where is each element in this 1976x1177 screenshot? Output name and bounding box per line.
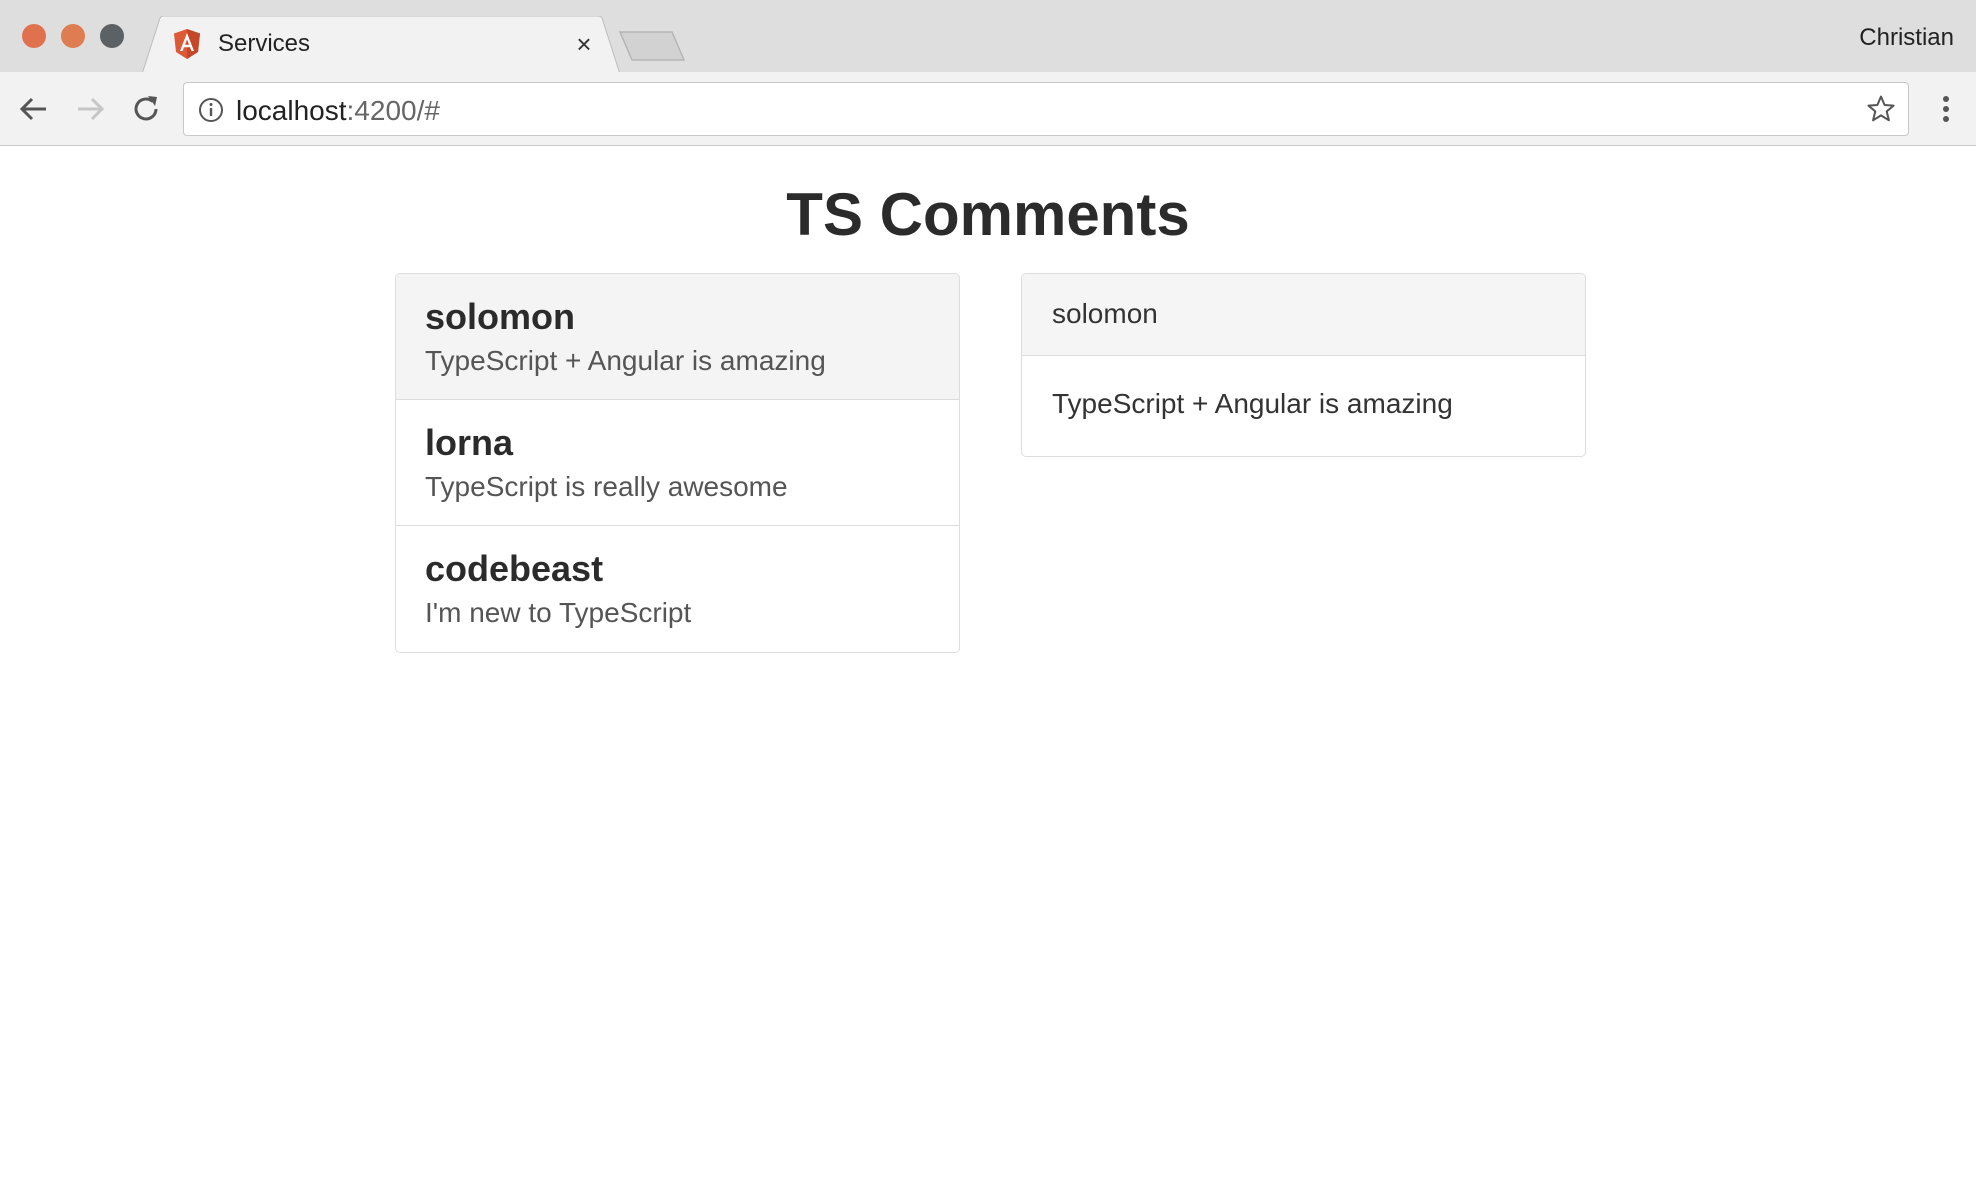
profile-name[interactable]: Christian <box>1859 24 1954 52</box>
url-text[interactable]: localhost:4200/# <box>236 95 440 127</box>
browser-titlebar: Services × Christian <box>0 0 1976 74</box>
comment-author: solomon <box>425 296 575 337</box>
back-arrow-icon[interactable] <box>16 91 52 127</box>
bookmark-star-icon[interactable] <box>1866 94 1896 124</box>
comment-text: I'm new to TypeScript <box>425 597 692 628</box>
info-icon[interactable] <box>198 97 224 123</box>
kebab-menu-icon[interactable] <box>1930 93 1962 125</box>
tab-title: Services <box>218 30 311 57</box>
tab-close-icon[interactable]: × <box>570 30 598 58</box>
window-maximize-button[interactable] <box>100 24 124 48</box>
reload-icon[interactable] <box>128 91 164 127</box>
comment-detail-heading: solomon <box>1022 274 1585 356</box>
forward-arrow-icon[interactable] <box>72 91 108 127</box>
comment-list-item[interactable]: lorna TypeScript is really awesome <box>396 400 959 526</box>
comment-text: TypeScript + Angular is amazing <box>425 345 826 376</box>
address-bar[interactable]: localhost:4200/# <box>183 82 1909 136</box>
new-tab-button[interactable] <box>618 30 686 62</box>
comment-detail-panel: solomon TypeScript + Angular is amazing <box>1021 273 1586 457</box>
url-host: localhost <box>236 95 347 126</box>
page-title: TS Comments <box>786 181 1190 248</box>
tab-shape <box>142 16 620 74</box>
comment-detail-body: TypeScript + Angular is amazing <box>1052 388 1453 419</box>
comment-author: lorna <box>425 422 514 463</box>
comment-list: solomon TypeScript + Angular is amazing … <box>395 273 960 653</box>
window-close-button[interactable] <box>22 24 46 48</box>
browser-toolbar: localhost:4200/# <box>0 72 1976 146</box>
url-rest: :4200/# <box>346 95 440 126</box>
browser-tab-services[interactable]: Services × <box>142 16 620 74</box>
window-minimize-button[interactable] <box>61 24 85 48</box>
comment-list-item[interactable]: solomon TypeScript + Angular is amazing <box>396 274 959 400</box>
comment-author: codebeast <box>425 548 604 589</box>
comment-text: TypeScript is really awesome <box>425 471 788 502</box>
angular-logo-icon <box>174 29 200 59</box>
comment-list-item[interactable]: codebeast I'm new to TypeScript <box>396 526 959 652</box>
